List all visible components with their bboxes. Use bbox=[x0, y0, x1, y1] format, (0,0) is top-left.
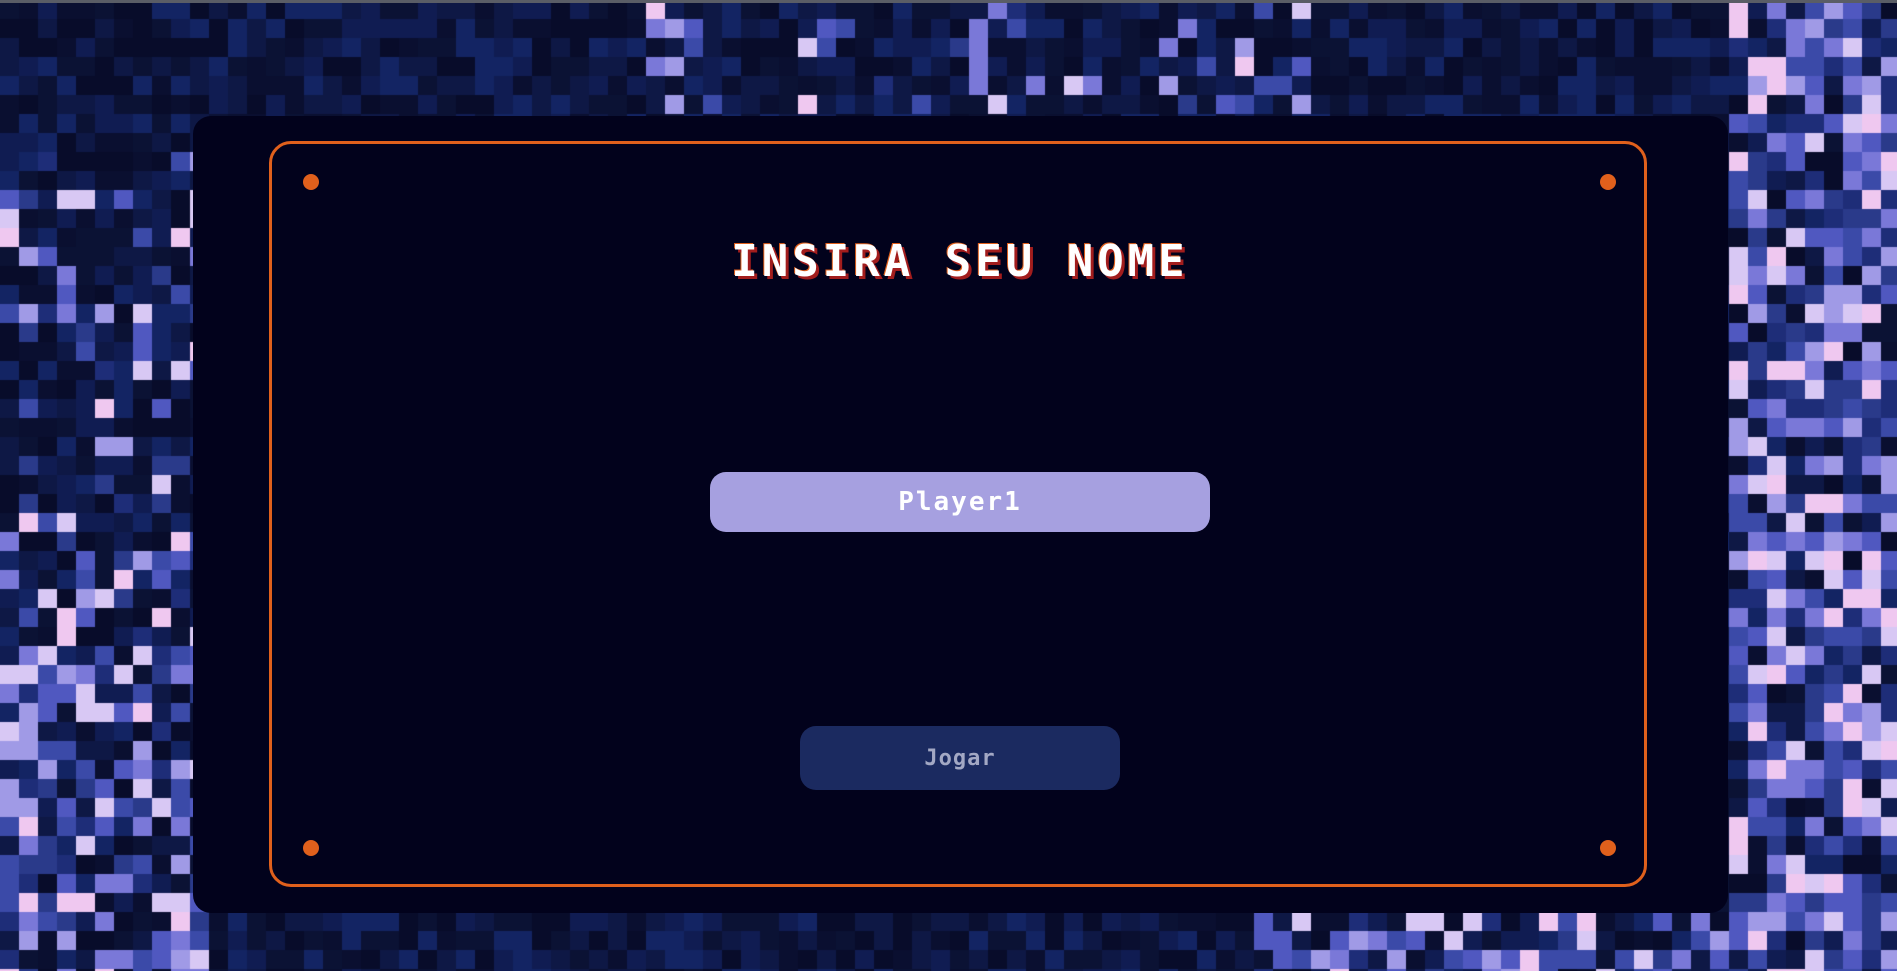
play-button[interactable]: Jogar bbox=[800, 726, 1120, 790]
corner-dot-bottom-right bbox=[1600, 840, 1616, 856]
corner-dot-bottom-left bbox=[303, 840, 319, 856]
corner-dot-top-left bbox=[303, 174, 319, 190]
corner-dot-top-right bbox=[1600, 174, 1616, 190]
page-title: INSIRA SEU NOME bbox=[731, 236, 1189, 287]
player-name-input[interactable] bbox=[710, 472, 1210, 532]
top-border-line bbox=[0, 0, 1897, 3]
